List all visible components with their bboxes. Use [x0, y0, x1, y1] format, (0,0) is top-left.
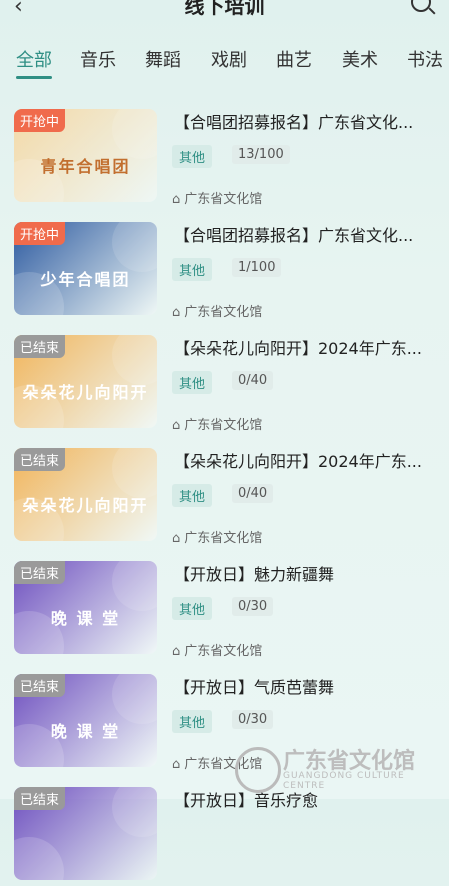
institution-icon: ⌂ — [172, 531, 181, 546]
enrollment-count: 13/100 — [232, 145, 290, 164]
category-tag: 其他 — [172, 484, 213, 507]
thumbnail-text: 晚 课 堂 — [50, 609, 121, 628]
tab-calligraphy[interactable]: 书法 — [407, 46, 443, 72]
category-tag: 其他 — [172, 597, 213, 620]
status-badge: 已结束 — [14, 561, 66, 584]
activity-thumbnail: 开抢中少年合唱团 — [14, 222, 157, 315]
list-item[interactable]: 开抢中 青年合唱团 【合唱团招募报名】广东省文化... 其他 13/100 ⌂ 广东省文化馆 — [14, 95, 434, 208]
activity-thumbnail: 已结束朵朵花儿向阳开 — [14, 448, 157, 541]
tab-music[interactable]: 音乐 — [80, 46, 116, 72]
thumbnail-text: 朵朵花儿向阳开 — [22, 383, 149, 402]
organizer-name: 广东省文化馆 — [184, 192, 263, 207]
activity-thumbnail: 已结束朵朵花儿向阳开 — [14, 335, 157, 428]
category-tag: 其他 — [172, 258, 213, 281]
activity-title[interactable]: 【朵朵花儿向阳开】2024年广东... — [174, 335, 432, 359]
page-title: 线下培训 — [184, 0, 265, 18]
thumbnail-text: 少年合唱团 — [40, 270, 131, 289]
list-item[interactable]: 开抢中 少年合唱团 【合唱团招募报名】广东省文化... 其他 1/100 ⌂ 广东省文化馆 — [14, 208, 434, 321]
activity-title[interactable]: 【合唱团招募报名】广东省文化... — [174, 222, 432, 246]
enrollment-count: 0/40 — [232, 371, 274, 390]
category-tag: 其他 — [172, 710, 213, 733]
thumbnail-text: 晚 课 堂 — [50, 722, 121, 741]
organizer-name: 广东省文化馆 — [184, 644, 263, 659]
tab-drama[interactable]: 戏剧 — [211, 46, 247, 72]
activity-thumbnail: 已结束晚 课 堂 — [14, 674, 157, 767]
header: ‹ 线下培训 — [0, 0, 449, 22]
institution-icon: ⌂ — [172, 644, 181, 659]
tab-dance[interactable]: 舞蹈 — [145, 46, 181, 72]
status-badge: 已结束 — [14, 674, 66, 697]
thumbnail-text: 青年合唱团 — [40, 157, 131, 176]
activity-title[interactable]: 【开放日】气质芭蕾舞 — [174, 674, 432, 698]
list-item[interactable]: 已结束 朵朵花儿向阳开 【朵朵花儿向阳开】2024年广东... 其他 0/40 ⌂ 广东省文… — [14, 434, 434, 547]
enrollment-count: 0/30 — [232, 710, 274, 729]
organizer: ⌂ 广东省文化馆 — [172, 527, 262, 546]
activity-title[interactable]: 【开放日】魅力新疆舞 — [174, 561, 432, 585]
active-tab-indicator — [16, 76, 52, 79]
organizer: ⌂ 广东省文化馆 — [172, 188, 262, 207]
thumbnail-text: 朵朵花儿向阳开 — [22, 496, 149, 515]
enrollment-count: 0/40 — [232, 484, 274, 503]
tab-all[interactable]: 全部 — [16, 46, 52, 72]
tab-art[interactable]: 美术 — [342, 46, 378, 72]
watermark: 广东省文化馆 GUANGDONG CULTURE CENTRE — [235, 743, 435, 793]
institution-icon: ⌂ — [172, 418, 181, 433]
organizer: ⌂ 广东省文化馆 — [172, 640, 262, 659]
list-item[interactable]: 已结束 朵朵花儿向阳开 【朵朵花儿向阳开】2024年广东... 其他 0/40 ⌂ 广东省文… — [14, 321, 434, 434]
organizer-name: 广东省文化馆 — [184, 531, 263, 546]
status-badge: 已结束 — [14, 448, 66, 471]
category-tabs: 全部 音乐 舞蹈 戏剧 曲艺 美术 书法 — [0, 46, 449, 86]
category-tag: 其他 — [172, 145, 213, 168]
watermark-subtext: GUANGDONG CULTURE CENTRE — [283, 771, 405, 791]
activity-thumbnail: 开抢中青年合唱团 — [14, 109, 157, 202]
institution-icon: ⌂ — [172, 192, 181, 207]
organizer: ⌂ 广东省文化馆 — [172, 414, 262, 433]
status-badge: 开抢中 — [14, 109, 66, 132]
organizer-name: 广东省文化馆 — [184, 418, 263, 433]
activity-title[interactable]: 【朵朵花儿向阳开】2024年广东... — [174, 448, 432, 472]
organizer-name: 广东省文化馆 — [184, 305, 263, 320]
institution-icon: ⌂ — [172, 305, 181, 320]
activity-title[interactable]: 【合唱团招募报名】广东省文化... — [174, 109, 432, 133]
activity-thumbnail: 已结束晚 课 堂 — [14, 561, 157, 654]
organizer: ⌂ 广东省文化馆 — [172, 301, 262, 320]
enrollment-count: 0/30 — [232, 597, 274, 616]
status-badge: 开抢中 — [14, 222, 66, 245]
activity-thumbnail: 已结束 — [14, 787, 157, 880]
category-tag: 其他 — [172, 371, 213, 394]
enrollment-count: 1/100 — [232, 258, 282, 277]
tab-quyi[interactable]: 曲艺 — [276, 46, 312, 72]
list-item[interactable]: 已结束晚 课 堂【开放日】魅力新疆舞 其他 0/30 ⌂ 广东省文化馆 — [14, 547, 434, 660]
culture-centre-logo-icon — [235, 747, 281, 793]
status-badge: 已结束 — [14, 335, 66, 358]
institution-icon: ⌂ — [172, 757, 181, 772]
